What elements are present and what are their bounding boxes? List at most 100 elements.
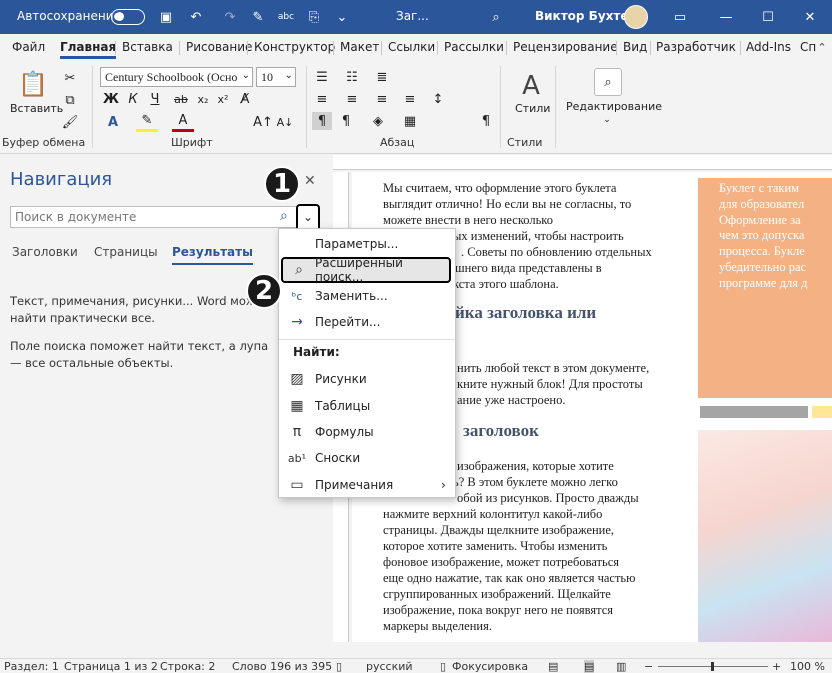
shading-icon[interactable]: ◈ [368,112,388,130]
touch-mode-icon[interactable]: ⎘ [304,7,324,27]
zoom-slider-thumb[interactable] [711,662,714,671]
search-input[interactable]: Поиск в документе [10,206,318,228]
ltr-icon[interactable]: ¶ [312,112,332,130]
copy-icon[interactable]: ⧉ [60,90,80,110]
tab-file[interactable]: Файл [12,40,45,54]
hand-photo-image[interactable] [698,430,832,642]
align-right-icon[interactable]: ≡ [372,90,392,108]
line-spacing-icon[interactable]: ↕ [428,90,448,108]
focus-icon[interactable]: ▯ [440,660,446,673]
tab-layout[interactable]: Макет [340,40,379,54]
format-painter-quick-icon[interactable]: ✎ [248,7,268,27]
cut-icon[interactable]: ✂ [60,68,80,88]
strikethrough-icon[interactable]: ab [172,90,190,108]
grow-font-icon[interactable]: A↑ [253,112,273,132]
numbering-icon[interactable]: ☷ [342,68,362,86]
search-icon[interactable]: ⌕ [280,208,296,226]
nav-tab-results[interactable]: Результаты [172,245,253,265]
status-focus[interactable]: Фокусировка [452,660,528,673]
undo-icon[interactable]: ↶ [186,7,206,27]
text-line: . Советы по обновлению отдельных [461,245,652,259]
styles-icon[interactable]: A [514,70,548,102]
tab-references[interactable]: Ссылки [388,40,435,54]
italic-icon[interactable]: К [124,90,142,108]
status-language[interactable]: русский [366,660,413,673]
menu-item-tables[interactable]: ▦ Таблицы [279,393,455,419]
menu-item-replace[interactable]: ᵇc Заменить... [279,283,455,309]
search-icon[interactable]: ⌕ [486,7,506,27]
status-zoom[interactable]: 100 % [790,660,825,673]
justify-icon[interactable]: ≡ [400,90,420,108]
web-layout-icon[interactable]: ▥ [616,660,626,673]
tab-draw[interactable]: Рисование [186,40,252,54]
avatar[interactable] [624,5,648,29]
tab-addins[interactable]: Add-Ins [746,40,791,54]
zoom-out-icon[interactable]: − [644,660,653,673]
menu-item-goto[interactable]: → Перейти... [279,309,455,335]
tab-view[interactable]: Вид [623,40,647,54]
status-section[interactable]: Раздел: 1 [4,660,59,673]
close-icon[interactable]: ✕ [304,173,316,189]
tab-mailings[interactable]: Рассылки [444,40,504,54]
chevron-up-icon[interactable]: ⌃ [812,37,832,57]
styles-label[interactable]: Стили [515,102,550,115]
align-left-icon[interactable]: ≡ [312,90,332,108]
show-marks-icon[interactable]: ¶ [476,112,496,130]
tab-review[interactable]: Рецензирование [513,40,618,54]
menu-item-equations[interactable]: π Формулы [279,419,455,445]
status-page[interactable]: Страница 1 из 2 [64,660,158,673]
font-size-combo[interactable]: 10 ⌄ [256,67,296,87]
close-icon[interactable]: ✕ [800,7,820,27]
autosave-toggle[interactable] [111,9,145,25]
paste-label[interactable]: Вставить [10,102,63,115]
horizontal-ruler[interactable] [333,155,832,170]
format-painter-icon[interactable]: 🖌 [60,112,80,132]
tab-insert[interactable]: Вставка [122,40,173,54]
status-line[interactable]: Строка: 2 [160,660,215,673]
menu-item-options[interactable]: Параметры... [279,231,455,257]
menu-item-advanced-find[interactable]: ⌕ Расширенный поиск... [281,256,451,284]
status-words[interactable]: Слово 196 из 395 [232,660,332,673]
shrink-font-icon[interactable]: A↓ [276,112,294,132]
save-icon[interactable]: ▣ [156,7,176,27]
menu-item-graphics[interactable]: ▨ Рисунки [279,366,455,392]
print-layout-icon[interactable]: ▤ [584,660,595,673]
align-center-icon[interactable]: ≡ [342,90,362,108]
search-icon[interactable]: ⌕ [594,68,622,96]
ribbon-display-icon[interactable]: ▭ [670,7,690,27]
text-effects-icon[interactable]: A [102,112,124,132]
superscript-icon[interactable]: x² [214,90,232,108]
maximize-icon[interactable]: ☐ [758,7,778,27]
tab-design[interactable]: Конструктор [254,40,335,54]
chevron-down-icon[interactable]: ⌄ [600,114,614,126]
minimize-icon[interactable]: — [716,7,736,27]
document-title[interactable]: Заг... [396,9,429,23]
tab-home[interactable]: Главная [60,40,117,59]
spelling-icon[interactable]: abc [276,7,296,27]
customize-toolbar-icon[interactable]: ⌄ [332,7,352,27]
highlight-icon[interactable]: ✎ [136,112,158,132]
bold-icon[interactable]: Ж [102,90,120,108]
font-name-combo[interactable]: Century Schoolbook (Осно ⌄ [100,67,253,87]
clear-formatting-icon[interactable]: A̸ [236,90,254,108]
menu-item-comments[interactable]: ▭ Примечания › [279,472,455,498]
subscript-icon[interactable]: x₂ [194,90,212,108]
nav-tab-headings[interactable]: Заголовки [12,245,78,259]
redo-icon[interactable]: ↷ [220,7,240,27]
rtl-icon[interactable]: ¶ [336,112,356,130]
nav-tab-pages[interactable]: Страницы [94,245,158,259]
multilevel-list-icon[interactable]: ≣ [372,68,392,86]
underline-icon[interactable]: Ч [146,90,164,108]
menu-item-footnotes[interactable]: ab¹ Сноски [279,445,455,471]
book-icon[interactable]: ▯ [336,660,342,673]
editing-label[interactable]: Редактирование [566,100,662,113]
side-text[interactable]: Буклет с таким для образовател Оформлени… [719,181,831,292]
clipboard-icon[interactable]: 📋 [18,68,48,100]
zoom-in-icon[interactable]: + [772,660,781,673]
read-mode-icon[interactable]: ▤ [548,660,558,673]
borders-icon[interactable]: ▦ [400,112,420,130]
font-color-icon[interactable]: A [172,112,194,132]
bullets-icon[interactable]: ☰ [312,68,332,86]
group-label-clipboard: Буфер обмена [2,136,86,149]
tab-developer[interactable]: Разработчик [656,40,736,54]
